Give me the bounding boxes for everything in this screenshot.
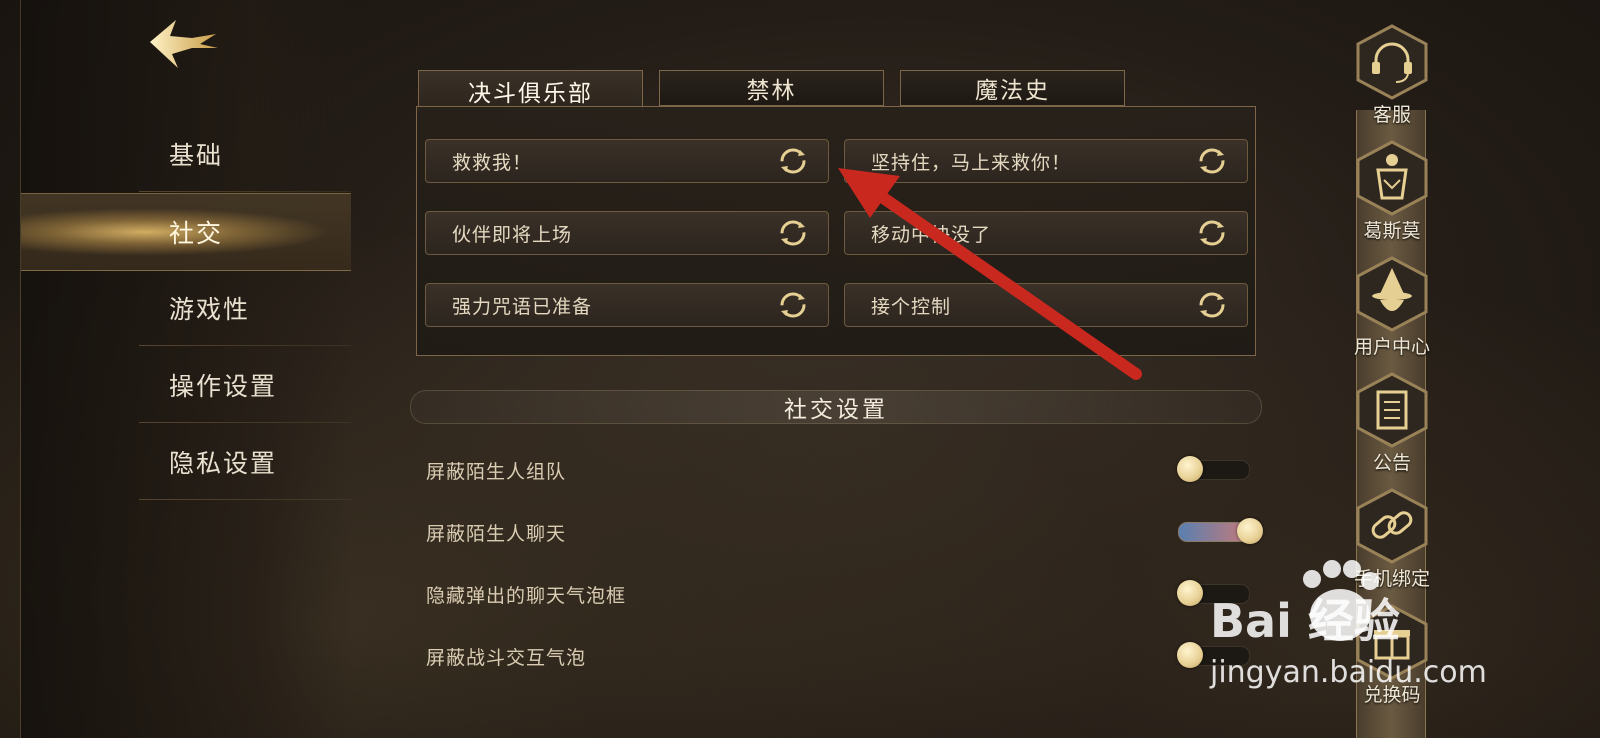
swap-icon[interactable] bbox=[778, 218, 808, 248]
tab-duel-club[interactable]: 决斗俱乐部 bbox=[418, 70, 643, 110]
swap-icon[interactable] bbox=[778, 290, 808, 320]
quick-chat-item[interactable]: 移动中快没了 bbox=[844, 211, 1248, 255]
setting-label: 隐藏弹出的聊天气泡框 bbox=[426, 584, 627, 607]
divider bbox=[139, 191, 351, 192]
nav-item-privacy[interactable]: 隐私设置 bbox=[21, 424, 351, 500]
nav-item-label: 游戏性 bbox=[169, 295, 251, 324]
toggle-knob bbox=[1237, 518, 1263, 544]
scroll-icon bbox=[1356, 372, 1428, 448]
hex-frame bbox=[1354, 488, 1430, 564]
back-button[interactable] bbox=[146, 14, 226, 74]
setting-row: 屏蔽战斗交互气泡 bbox=[426, 636, 1256, 676]
watermark-brand: Bai 经验 bbox=[1210, 594, 1400, 648]
side-button-label: 客服 bbox=[1372, 104, 1411, 126]
watermark-url: jingyan.baidu.com bbox=[1210, 655, 1487, 690]
wizard-hat-icon bbox=[1356, 256, 1428, 332]
divider bbox=[139, 499, 351, 500]
hex-frame bbox=[1354, 372, 1430, 448]
nav-item-label: 操作设置 bbox=[169, 372, 278, 401]
side-button-label: 葛斯莫 bbox=[1363, 220, 1421, 242]
setting-label: 屏蔽战斗交互气泡 bbox=[426, 646, 587, 669]
section-header: 社交设置 bbox=[410, 390, 1262, 424]
chain-link-icon bbox=[1356, 488, 1428, 564]
swap-icon[interactable] bbox=[1197, 218, 1227, 248]
nav-item-gameplay[interactable]: 游戏性 bbox=[21, 270, 351, 346]
quick-chat-item[interactable]: 伙伴即将上场 bbox=[425, 211, 829, 255]
setting-row: 隐藏弹出的聊天气泡框 bbox=[426, 574, 1256, 614]
setting-label: 屏蔽陌生人组队 bbox=[426, 460, 567, 483]
quick-chat-text: 伙伴即将上场 bbox=[452, 223, 573, 246]
swap-icon[interactable] bbox=[1197, 146, 1227, 176]
side-button-user-center[interactable]: 用户中心 bbox=[1340, 256, 1444, 358]
nav-item-basic[interactable]: 基础 bbox=[21, 116, 351, 192]
nav-item-label: 社交 bbox=[169, 219, 224, 248]
quick-chat-item[interactable]: 救救我！ bbox=[425, 139, 829, 183]
gobstones-icon bbox=[1356, 140, 1428, 216]
nav-item-social[interactable]: 社交 bbox=[21, 193, 351, 271]
quick-chat-item[interactable]: 强力咒语已准备 bbox=[425, 283, 829, 327]
nav-item-label: 隐私设置 bbox=[169, 449, 278, 478]
hex-frame bbox=[1354, 256, 1430, 332]
toggle-knob bbox=[1177, 580, 1203, 606]
quick-chat-text: 坚持住，马上来救你！ bbox=[871, 151, 1072, 174]
swap-icon[interactable] bbox=[1197, 290, 1227, 320]
setting-row: 屏蔽陌生人聊天 bbox=[426, 512, 1263, 552]
section-title: 社交设置 bbox=[784, 397, 888, 423]
settings-nav-panel: 基础 社交 游戏性 操作设置 隐私设置 bbox=[20, 0, 351, 738]
side-button-customer-service[interactable]: 客服 bbox=[1340, 24, 1444, 126]
quick-chat-text: 救救我！ bbox=[452, 151, 533, 174]
swap-icon[interactable] bbox=[778, 146, 808, 176]
hex-frame bbox=[1354, 140, 1430, 216]
quick-chat-text: 强力咒语已准备 bbox=[452, 295, 593, 318]
block-stranger-chat-toggle[interactable] bbox=[1178, 518, 1263, 544]
tab-forbidden-forest[interactable]: 禁林 bbox=[659, 70, 884, 106]
nav-item-controls[interactable]: 操作设置 bbox=[21, 347, 351, 423]
side-button-gobstones[interactable]: 葛斯莫 bbox=[1340, 140, 1444, 242]
tab-history-of-magic[interactable]: 魔法史 bbox=[900, 70, 1125, 106]
quick-chat-text: 移动中快没了 bbox=[871, 223, 992, 246]
side-button-label: 用户中心 bbox=[1353, 336, 1430, 358]
side-button-announcement[interactable]: 公告 bbox=[1340, 372, 1444, 474]
hex-frame bbox=[1354, 24, 1430, 100]
side-button-phone-binding[interactable]: 手机绑定 bbox=[1340, 488, 1444, 590]
back-arrow-icon bbox=[150, 20, 218, 68]
toggle-knob bbox=[1177, 642, 1203, 668]
side-button-label: 公告 bbox=[1372, 452, 1411, 474]
headset-icon bbox=[1356, 24, 1428, 100]
divider bbox=[139, 422, 351, 423]
setting-label: 屏蔽陌生人聊天 bbox=[426, 522, 567, 545]
quick-chat-panel: 救救我！ 坚持住，马上来救你！ 伙伴即将上场 移动中快没了 强力咒语已准备 接个… bbox=[416, 106, 1256, 356]
divider bbox=[139, 345, 351, 346]
setting-row: 屏蔽陌生人组队 bbox=[426, 450, 1256, 490]
toggle-knob bbox=[1177, 456, 1203, 482]
quick-chat-item[interactable]: 接个控制 bbox=[844, 283, 1248, 327]
block-stranger-team-toggle[interactable] bbox=[1177, 456, 1250, 482]
quick-chat-item[interactable]: 坚持住，马上来救你！ bbox=[844, 139, 1248, 183]
nav-item-label: 基础 bbox=[169, 141, 224, 170]
quick-chat-text: 接个控制 bbox=[871, 295, 952, 318]
